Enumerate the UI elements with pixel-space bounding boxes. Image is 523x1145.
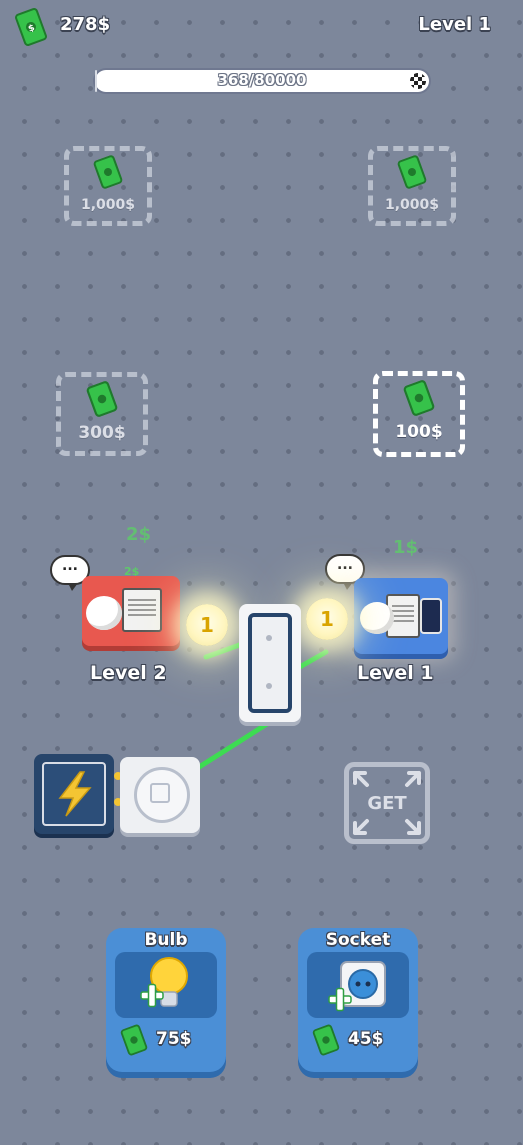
- slot-price: 100$: [395, 422, 443, 442]
- generator-panel: [42, 762, 106, 826]
- shop-title: Bulb: [144, 930, 188, 950]
- desk-earn-text: 2$: [126, 524, 152, 545]
- slot-price: 1,000$: [80, 197, 136, 213]
- bulb-count: 1: [200, 613, 214, 637]
- checkered-flag-icon: [410, 73, 426, 89]
- lightbulb-icon: [140, 957, 188, 1008]
- level-progress-bar: 368/80000: [95, 70, 429, 92]
- cash-icon: [397, 155, 427, 189]
- slot-mid-left[interactable]: 300$: [56, 372, 148, 456]
- progress-text: 368/80000: [217, 71, 307, 89]
- outlet: [266, 683, 272, 689]
- power-strip[interactable]: [239, 604, 301, 722]
- worker-desk-left[interactable]: [82, 576, 180, 646]
- worker-desk-right[interactable]: [354, 578, 448, 654]
- wall-socket[interactable]: [120, 757, 200, 833]
- slot-price: 1,000$: [384, 197, 440, 213]
- socket-icon: [328, 961, 386, 1012]
- shop-icon-box: [115, 952, 217, 1018]
- cash-icon: [312, 1024, 340, 1056]
- socket-hole: [150, 783, 170, 803]
- bulb-left: 1: [186, 604, 228, 646]
- power-strip-outlets: [248, 613, 292, 713]
- shop-price: 75$: [156, 1029, 192, 1049]
- shop-title: Socket: [325, 930, 391, 950]
- power-generator[interactable]: [34, 754, 122, 834]
- money-balance: 278$: [60, 14, 111, 35]
- bulb-count: 1: [320, 607, 334, 631]
- cash-icon: [403, 380, 435, 416]
- slot-top-left[interactable]: 1,000$: [64, 146, 152, 226]
- cash-icon: [86, 381, 118, 417]
- cash-icon: [120, 1024, 148, 1056]
- outlet: [266, 635, 272, 641]
- bulb-right: 1: [306, 598, 348, 640]
- get-button[interactable]: GET: [344, 762, 430, 844]
- worker-avatar: [86, 596, 122, 630]
- slot-price: 300$: [78, 423, 126, 443]
- slot-mid-right[interactable]: 100$: [373, 371, 465, 457]
- money-cash-icon: $: [14, 8, 48, 46]
- get-label: GET: [367, 793, 407, 814]
- laptop-icon: [122, 588, 162, 632]
- current-level: Level 1: [418, 14, 491, 35]
- worker-avatar: [360, 602, 394, 634]
- desk-level-label: Level 1: [357, 662, 434, 684]
- shop-socket-button[interactable]: Socket 45$: [298, 928, 418, 1072]
- slot-top-right[interactable]: 1,000$: [368, 146, 456, 226]
- shop-icon-box: [307, 952, 409, 1018]
- shop-bulb-button[interactable]: Bulb 75$: [106, 928, 226, 1072]
- desk-earn-text: 1$: [393, 537, 419, 558]
- lightning-icon: [58, 771, 92, 817]
- shop-price: 45$: [348, 1029, 384, 1049]
- phone-icon: [420, 598, 442, 634]
- cash-icon: [93, 155, 123, 189]
- desk-level-label: Level 2: [90, 662, 167, 684]
